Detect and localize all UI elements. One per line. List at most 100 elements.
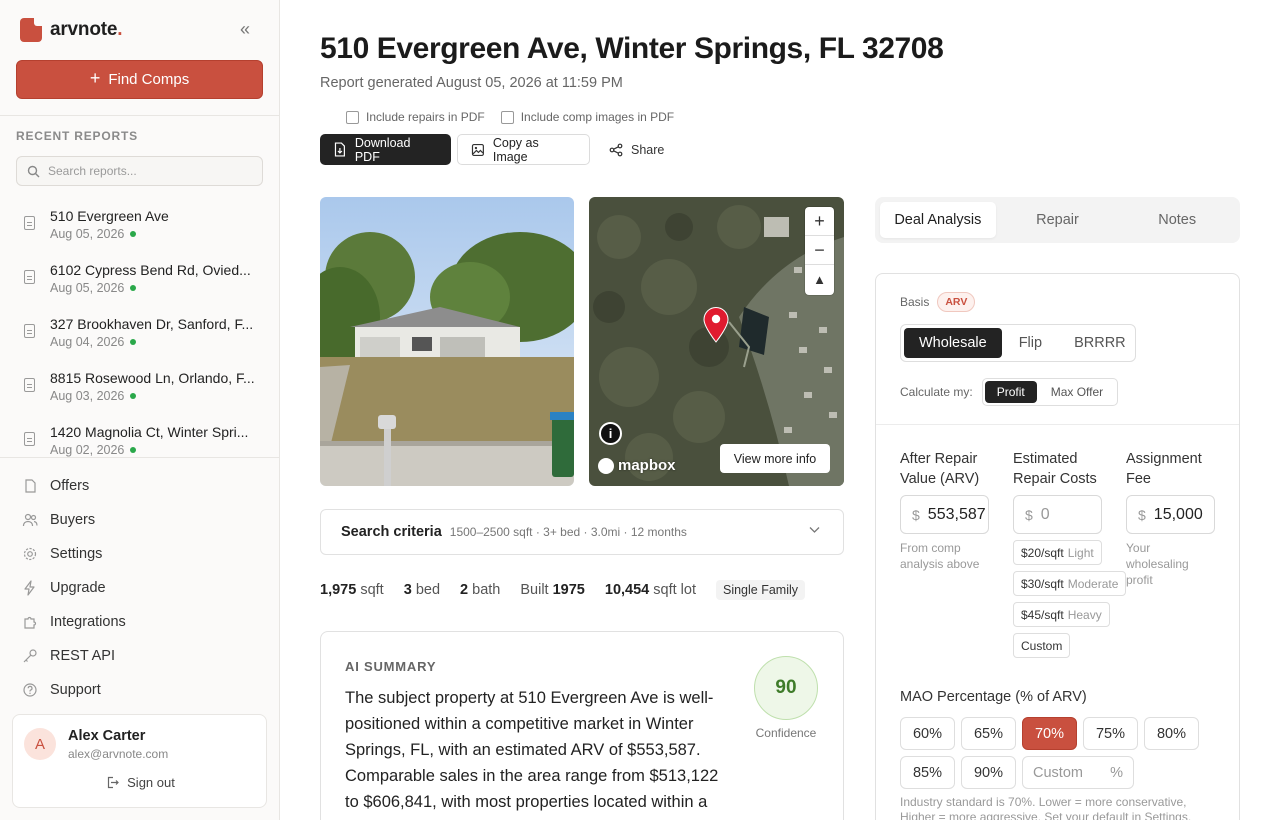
include-repairs-checkbox[interactable]: Include repairs in PDF bbox=[346, 110, 485, 124]
sidebar-item-integrations[interactable]: Integrations bbox=[0, 605, 279, 639]
gear-icon bbox=[23, 547, 37, 561]
assignment-fee-input[interactable] bbox=[1153, 505, 1214, 524]
document-icon bbox=[24, 270, 35, 284]
recent-reports-heading: RECENT REPORTS bbox=[16, 129, 138, 143]
property-map[interactable]: + − ▲ i mapbox View more info bbox=[589, 197, 844, 486]
calc-profit[interactable]: Profit bbox=[984, 381, 1037, 403]
repair-input[interactable] bbox=[1040, 505, 1101, 524]
sidebar-nav: Offers Buyers Settings Upgrade Integrati… bbox=[0, 469, 279, 707]
repair-preset-moderate[interactable]: $30/sqft Moderate bbox=[1013, 571, 1127, 596]
report-date: Aug 04, 2026 bbox=[50, 335, 279, 349]
sidebar-item-rest-api[interactable]: REST API bbox=[0, 639, 279, 673]
include-comp-images-checkbox[interactable]: Include comp images in PDF bbox=[500, 110, 674, 124]
property-street-photo[interactable] bbox=[320, 197, 574, 486]
document-icon bbox=[24, 216, 35, 230]
info-icon[interactable]: i bbox=[599, 422, 622, 445]
search-reports-input[interactable] bbox=[48, 164, 248, 178]
deal-analysis-card: Basis ARV Wholesale Flip BRRRR Calculate… bbox=[875, 273, 1240, 820]
repair-preset-custom[interactable]: Custom bbox=[1013, 633, 1071, 658]
logo-icon bbox=[20, 18, 42, 42]
share-button[interactable]: Share bbox=[596, 134, 677, 165]
report-title: 8815 Rosewood Ln, Orlando, F... bbox=[50, 370, 255, 386]
find-comps-button[interactable]: + Find Comps bbox=[16, 60, 263, 99]
ai-summary-card: AI SUMMARY The subject property at 510 E… bbox=[320, 631, 844, 820]
calculate-toggle: Profit Max Offer bbox=[981, 378, 1119, 406]
mao-custom-field[interactable]: % bbox=[1022, 756, 1134, 789]
download-pdf-button[interactable]: Download PDF bbox=[320, 134, 451, 165]
sidebar-item-label: Buyers bbox=[50, 512, 96, 528]
search-icon bbox=[27, 165, 40, 177]
report-item[interactable]: 6102 Cypress Bend Rd, Ovied... Aug 05, 2… bbox=[0, 254, 279, 308]
user-email: alex@arvnote.com bbox=[68, 747, 169, 761]
view-more-info-button[interactable]: View more info bbox=[720, 444, 830, 473]
tab-deal-analysis[interactable]: Deal Analysis bbox=[880, 202, 996, 238]
tab-repair[interactable]: Repair bbox=[1000, 202, 1116, 238]
sidebar-item-upgrade[interactable]: Upgrade bbox=[0, 571, 279, 605]
copy-as-image-button[interactable]: Copy as Image bbox=[457, 134, 590, 165]
status-dot bbox=[130, 285, 137, 291]
confidence-score: 90 bbox=[754, 656, 818, 720]
zoom-in-button[interactable]: + bbox=[805, 207, 834, 236]
calc-max-offer[interactable]: Max Offer bbox=[1039, 381, 1115, 403]
puzzle-icon bbox=[24, 616, 37, 629]
brand-name: arvnote. bbox=[50, 19, 123, 40]
report-item[interactable]: 510 Evergreen Ave Aug 05, 2026 bbox=[0, 200, 279, 254]
strategy-flip[interactable]: Flip bbox=[1004, 328, 1057, 358]
sidebar-item-support[interactable]: Support bbox=[0, 673, 279, 707]
compass-button[interactable]: ▲ bbox=[805, 265, 834, 294]
mao-option-90[interactable]: 90% bbox=[961, 756, 1016, 789]
arv-label: After Repair Value (ARV) bbox=[900, 451, 980, 487]
sidebar-item-label: Settings bbox=[50, 546, 103, 562]
plus-icon: + bbox=[89, 68, 101, 88]
checkbox-box[interactable] bbox=[500, 110, 514, 124]
mao-option-60[interactable]: 60% bbox=[900, 717, 955, 750]
sidebar-item-label: Offers bbox=[50, 478, 90, 494]
report-item[interactable]: 8815 Rosewood Ln, Orlando, F... Aug 03, … bbox=[0, 362, 279, 416]
strategy-brrrr[interactable]: BRRRR bbox=[1059, 328, 1141, 358]
map-pin-icon[interactable] bbox=[703, 307, 729, 343]
recent-reports-list: 510 Evergreen Ave Aug 05, 2026 6102 Cypr… bbox=[0, 200, 279, 457]
calculate-label: Calculate my: bbox=[900, 385, 973, 399]
tab-notes[interactable]: Notes bbox=[1119, 202, 1235, 238]
report-item[interactable]: 1420 Magnolia Ct, Winter Spri... Aug 02,… bbox=[0, 416, 279, 457]
mao-option-80[interactable]: 80% bbox=[1144, 717, 1199, 750]
mao-option-65[interactable]: 65% bbox=[961, 717, 1016, 750]
image-icon bbox=[471, 143, 484, 156]
report-item[interactable]: 327 Brookhaven Dr, Sanford, F... Aug 04,… bbox=[0, 308, 279, 362]
currency-symbol: $ bbox=[1025, 506, 1033, 523]
zoom-out-button[interactable]: − bbox=[805, 236, 834, 265]
map-zoom-controls: + − ▲ bbox=[805, 207, 834, 295]
sidebar-item-offers[interactable]: Offers bbox=[0, 469, 279, 503]
report-generated-date: Report generated August 05, 2026 at 11:5… bbox=[320, 75, 623, 91]
sign-out-button[interactable]: Sign out bbox=[13, 775, 268, 790]
brand[interactable]: arvnote. bbox=[20, 18, 123, 42]
mao-option-70[interactable]: 70% bbox=[1022, 717, 1077, 750]
search-reports[interactable] bbox=[16, 156, 263, 186]
sidebar-item-buyers[interactable]: Buyers bbox=[0, 503, 279, 537]
fact-lot: 10,454 sqft lot bbox=[604, 582, 696, 598]
user-name: Alex Carter bbox=[68, 728, 146, 744]
repair-input-wrap[interactable]: $ bbox=[1013, 495, 1102, 534]
report-title: 327 Brookhaven Dr, Sanford, F... bbox=[50, 316, 254, 332]
mao-custom-input[interactable] bbox=[1033, 764, 1108, 781]
sidebar-item-settings[interactable]: Settings bbox=[0, 537, 279, 571]
mao-option-85[interactable]: 85% bbox=[900, 756, 955, 789]
chevron-down-icon bbox=[809, 527, 820, 533]
repair-preset-light[interactable]: $20/sqft Light bbox=[1013, 540, 1102, 565]
collapse-sidebar-icon[interactable]: « bbox=[240, 20, 260, 40]
app-root: arvnote. « + Find Comps RECENT REPORTS 5… bbox=[0, 0, 1280, 820]
sidebar: arvnote. « + Find Comps RECENT REPORTS 5… bbox=[0, 0, 280, 820]
checkbox-box[interactable] bbox=[346, 110, 359, 124]
basis-row: Basis ARV bbox=[900, 292, 976, 312]
mao-option-75[interactable]: 75% bbox=[1083, 717, 1138, 750]
arv-input[interactable] bbox=[927, 505, 988, 524]
mao-help-text: Industry standard is 70%. Lower = more c… bbox=[900, 795, 1192, 820]
page-title: 510 Evergreen Ave, Winter Springs, FL 32… bbox=[320, 32, 944, 65]
search-criteria-toggle[interactable]: Search criteria 1500–2500 sqft · 3+ bed … bbox=[320, 509, 844, 555]
repair-preset-heavy[interactable]: $45/sqft Heavy bbox=[1013, 602, 1110, 627]
percent-unit: % bbox=[1110, 764, 1123, 781]
assignment-fee-input-wrap[interactable]: $ bbox=[1126, 495, 1215, 534]
arv-input-wrap[interactable]: $ bbox=[900, 495, 989, 534]
repair-field: Estimated Repair Costs $ $20/sqftLight $… bbox=[1013, 449, 1127, 658]
strategy-wholesale[interactable]: Wholesale bbox=[904, 328, 1002, 358]
